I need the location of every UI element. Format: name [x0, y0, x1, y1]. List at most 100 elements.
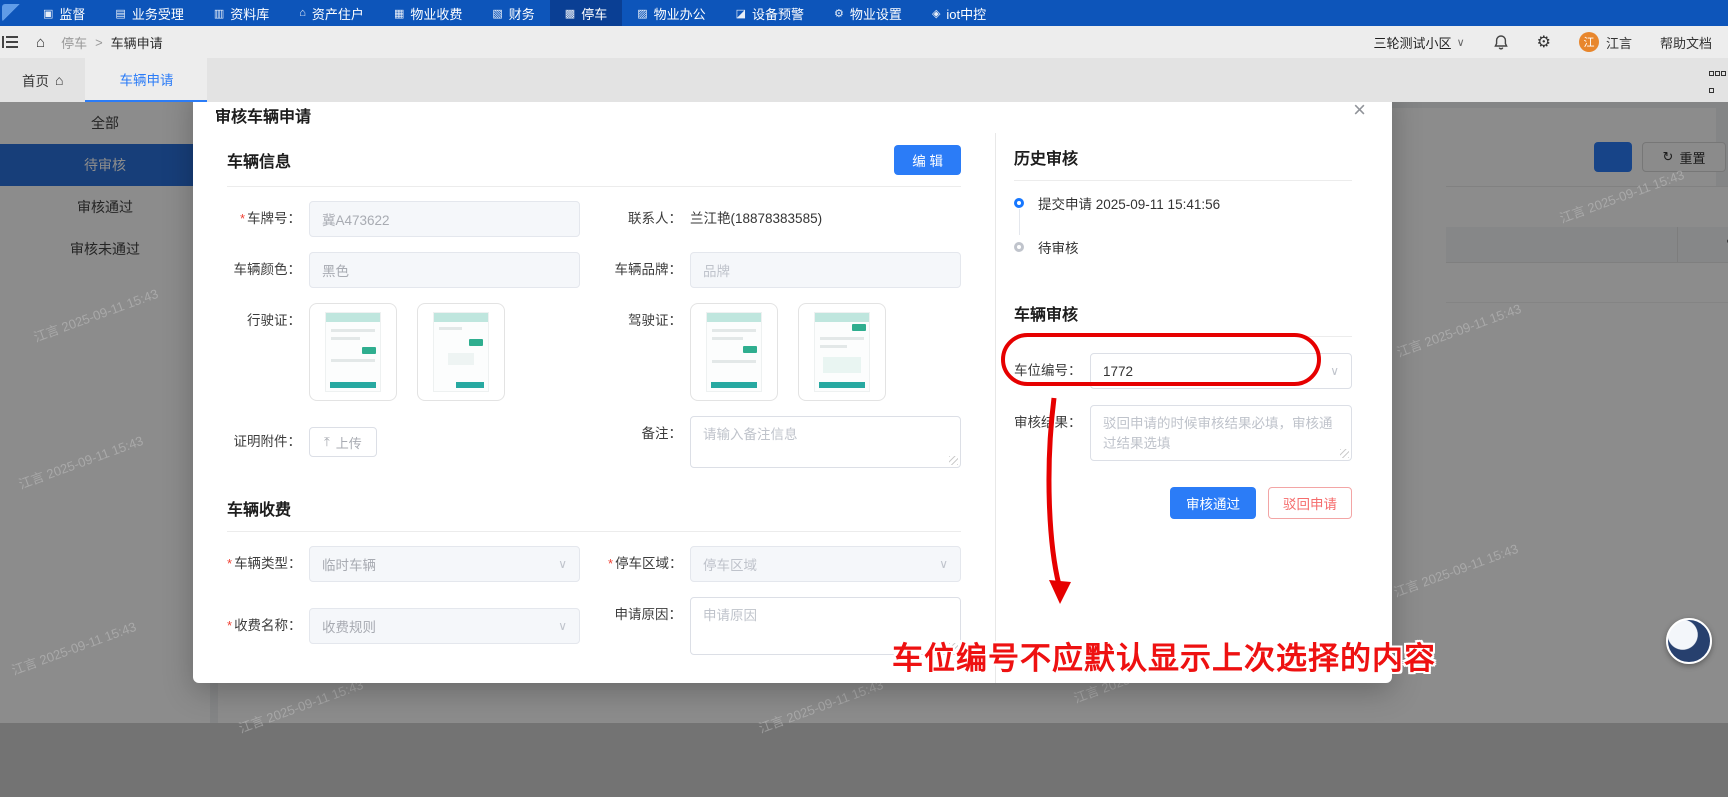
brand-label: 车辆品牌：: [614, 262, 683, 277]
fee-name-select: 收费规则 ∨: [309, 608, 580, 644]
tab-vehicle-application[interactable]: 车辆申请: [85, 58, 208, 102]
contact-value: 兰江艳(18878383585): [690, 211, 823, 226]
required-mark: *: [227, 556, 233, 571]
required-mark: *: [227, 618, 233, 633]
assistant-bot-avatar[interactable]: [1666, 618, 1712, 664]
vehicle-info-section-title: 车辆信息: [227, 154, 292, 171]
driver-license-label: 驾驶证：: [628, 313, 682, 328]
nav-item-supervision[interactable]: ▣ 监督: [28, 0, 100, 26]
nav-item-assets[interactable]: ⌂ 资产住户: [284, 0, 379, 26]
parking-area-label: 停车区域：: [615, 556, 683, 571]
vehicle-fee-section-title: 车辆收费: [227, 502, 292, 519]
vehicle-review-section-title: 车辆审核: [1014, 307, 1079, 324]
timeline-dot-pending: [1014, 242, 1024, 252]
community-name: 三轮测试小区: [1373, 35, 1452, 51]
breadcrumb-current: 车辆申请: [110, 35, 163, 51]
nav-item-library[interactable]: ▥ 资料库: [199, 0, 284, 26]
driving-license-photo-2[interactable]: [417, 303, 505, 401]
nav-label: 物业收费: [410, 6, 463, 22]
nav-item-fees[interactable]: ▦ 物业收费: [379, 0, 477, 26]
nav-label: iot中控: [946, 6, 987, 22]
finance-icon: ▧: [492, 7, 503, 20]
driving-license-label: 行驶证：: [247, 313, 301, 328]
tab-home-label: 首页: [22, 74, 49, 89]
plate-label: 车牌号：: [247, 211, 301, 226]
parking-icon: ▩: [564, 7, 576, 20]
review-column: 历史审核 提交申请 2025-09-11 15:41:56 待审核 车辆审核 车…: [996, 133, 1392, 683]
required-mark: *: [608, 556, 614, 571]
vehicle-type-select: 临时车辆 ∨: [309, 546, 580, 582]
nav-label: 资料库: [230, 6, 270, 22]
iot-icon: ◈: [931, 7, 941, 20]
help-docs-link[interactable]: 帮助文档: [1660, 33, 1712, 52]
notification-bell-icon[interactable]: [1493, 34, 1509, 51]
community-selector[interactable]: 三轮测试小区 ∨: [1374, 33, 1465, 52]
remark-textarea[interactable]: 请输入备注信息: [690, 416, 961, 468]
nav-label: 资产住户: [311, 6, 364, 22]
chevron-down-icon: ∨: [939, 557, 948, 571]
close-icon[interactable]: ×: [1353, 99, 1366, 121]
timeline-step-submitted: 提交申请 2025-09-11 15:41:56: [1038, 197, 1221, 212]
required-mark: *: [239, 211, 245, 226]
nav-label: 业务受理: [131, 6, 184, 22]
driver-license-photo-1[interactable]: [690, 303, 778, 401]
approve-button[interactable]: 审核通过: [1170, 487, 1256, 519]
avatar: 江: [1578, 32, 1599, 52]
color-label: 车辆颜色：: [233, 262, 302, 277]
settings-icon: ⚙: [834, 7, 844, 20]
parking-spot-label: 车位编号：: [1014, 363, 1082, 378]
assets-icon: ⌂: [299, 7, 306, 19]
home-icon[interactable]: ⌂: [36, 34, 45, 51]
brand-input: 品牌: [690, 252, 961, 288]
chevron-down-icon: ∨: [558, 619, 567, 633]
upload-icon: ⤒: [324, 434, 330, 449]
device-alert-icon: ◪: [735, 7, 747, 20]
upload-button[interactable]: ⤒ 上传: [309, 427, 377, 457]
supervision-icon: ▣: [43, 7, 54, 20]
user-name: 江言: [1605, 35, 1632, 51]
driving-license-photo-1[interactable]: [309, 303, 397, 401]
parking-spot-select[interactable]: 1772 ∨: [1090, 353, 1352, 389]
gear-icon[interactable]: ⚙: [1537, 32, 1551, 52]
plate-input: 冀A473622: [309, 201, 580, 237]
review-vehicle-application-modal: 审核车辆申请 × 车辆信息 编 辑 *车牌号： 冀A473622 联系人： 兰: [193, 85, 1392, 683]
tab-bar: 首页 ⌂ 车辆申请: [0, 58, 1728, 102]
nav-item-settings[interactable]: ⚙ 物业设置: [819, 0, 917, 26]
user-menu[interactable]: 江 江言: [1578, 32, 1632, 52]
review-result-textarea[interactable]: 驳回申请的时候审核结果必填，审核通过结果选填: [1090, 405, 1352, 461]
nav-item-device-alert[interactable]: ◪ 设备预警: [721, 0, 819, 26]
chevron-down-icon: ∨: [1330, 364, 1339, 378]
tab-active-label: 车辆申请: [119, 73, 174, 88]
nav-label: 停车: [581, 6, 608, 22]
nav-label: 监督: [59, 6, 86, 22]
top-navigation: ▣ 监督 ▤ 业务受理 ▥ 资料库 ⌂ 资产住户 ▦ 物业收费 ▧ 财务 ▩ 停…: [0, 0, 1728, 26]
apply-reason-textarea[interactable]: 申请原因: [690, 597, 961, 655]
nav-label: 物业办公: [653, 6, 706, 22]
modal-title: 审核车辆申请: [215, 109, 312, 126]
nav-item-office[interactable]: ▨ 物业办公: [622, 0, 720, 26]
breadcrumb-parent[interactable]: 停车: [61, 33, 87, 52]
breadcrumb-separator: >: [95, 34, 103, 50]
header-bar: ⌂ 停车 > 车辆申请 三轮测试小区 ∨ ⚙ 江 江言 帮助文档: [0, 26, 1728, 58]
nav-item-parking[interactable]: ▩ 停车: [549, 0, 623, 26]
nav-item-iot[interactable]: ◈ iot中控: [917, 0, 1001, 26]
reject-button[interactable]: 驳回申请: [1268, 487, 1352, 519]
timeline-step-pending: 待审核: [1038, 241, 1079, 256]
review-history-timeline: 提交申请 2025-09-11 15:41:56 待审核: [1014, 193, 1352, 257]
tab-home[interactable]: 首页 ⌂: [0, 58, 85, 102]
parking-area-select: 停车区域 ∨: [690, 546, 961, 582]
office-icon: ▨: [637, 7, 648, 20]
nav-label: 财务: [508, 6, 535, 22]
app-logo: [2, 4, 28, 22]
vehicle-type-label: 车辆类型：: [234, 556, 302, 571]
edit-button[interactable]: 编 辑: [894, 145, 961, 175]
nav-item-business[interactable]: ▤ 业务受理: [100, 0, 198, 26]
business-icon: ▤: [115, 7, 126, 20]
collapse-menu-icon[interactable]: [2, 36, 18, 48]
driver-license-photo-2[interactable]: [798, 303, 886, 401]
nav-label: 设备预警: [752, 6, 805, 22]
home-icon: ⌂: [55, 72, 64, 88]
tab-list-grid-icon[interactable]: [1708, 63, 1726, 97]
nav-label: 物业设置: [849, 6, 902, 22]
nav-item-finance[interactable]: ▧ 财务: [477, 0, 549, 26]
